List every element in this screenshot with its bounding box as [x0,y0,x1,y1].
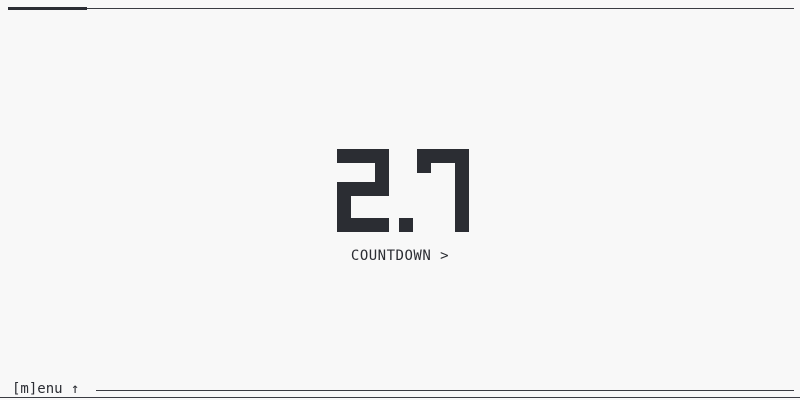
digit-2-bottom [337,218,389,232]
digit-7-left-tick [417,149,431,173]
menu-button[interactable]: [m]enu ↑ [12,380,79,398]
timer-display: 2.7 [0,0,800,400]
digit-7-stem [455,149,469,232]
frame-bottom-edge [0,397,800,398]
timer-display-text: 2.7 [0,0,1,1]
decimal-point [399,218,413,232]
mode-toggle[interactable]: COUNTDOWN > [0,248,800,264]
bottom-divider [96,390,794,391]
timer-digits-graphic [337,149,469,232]
